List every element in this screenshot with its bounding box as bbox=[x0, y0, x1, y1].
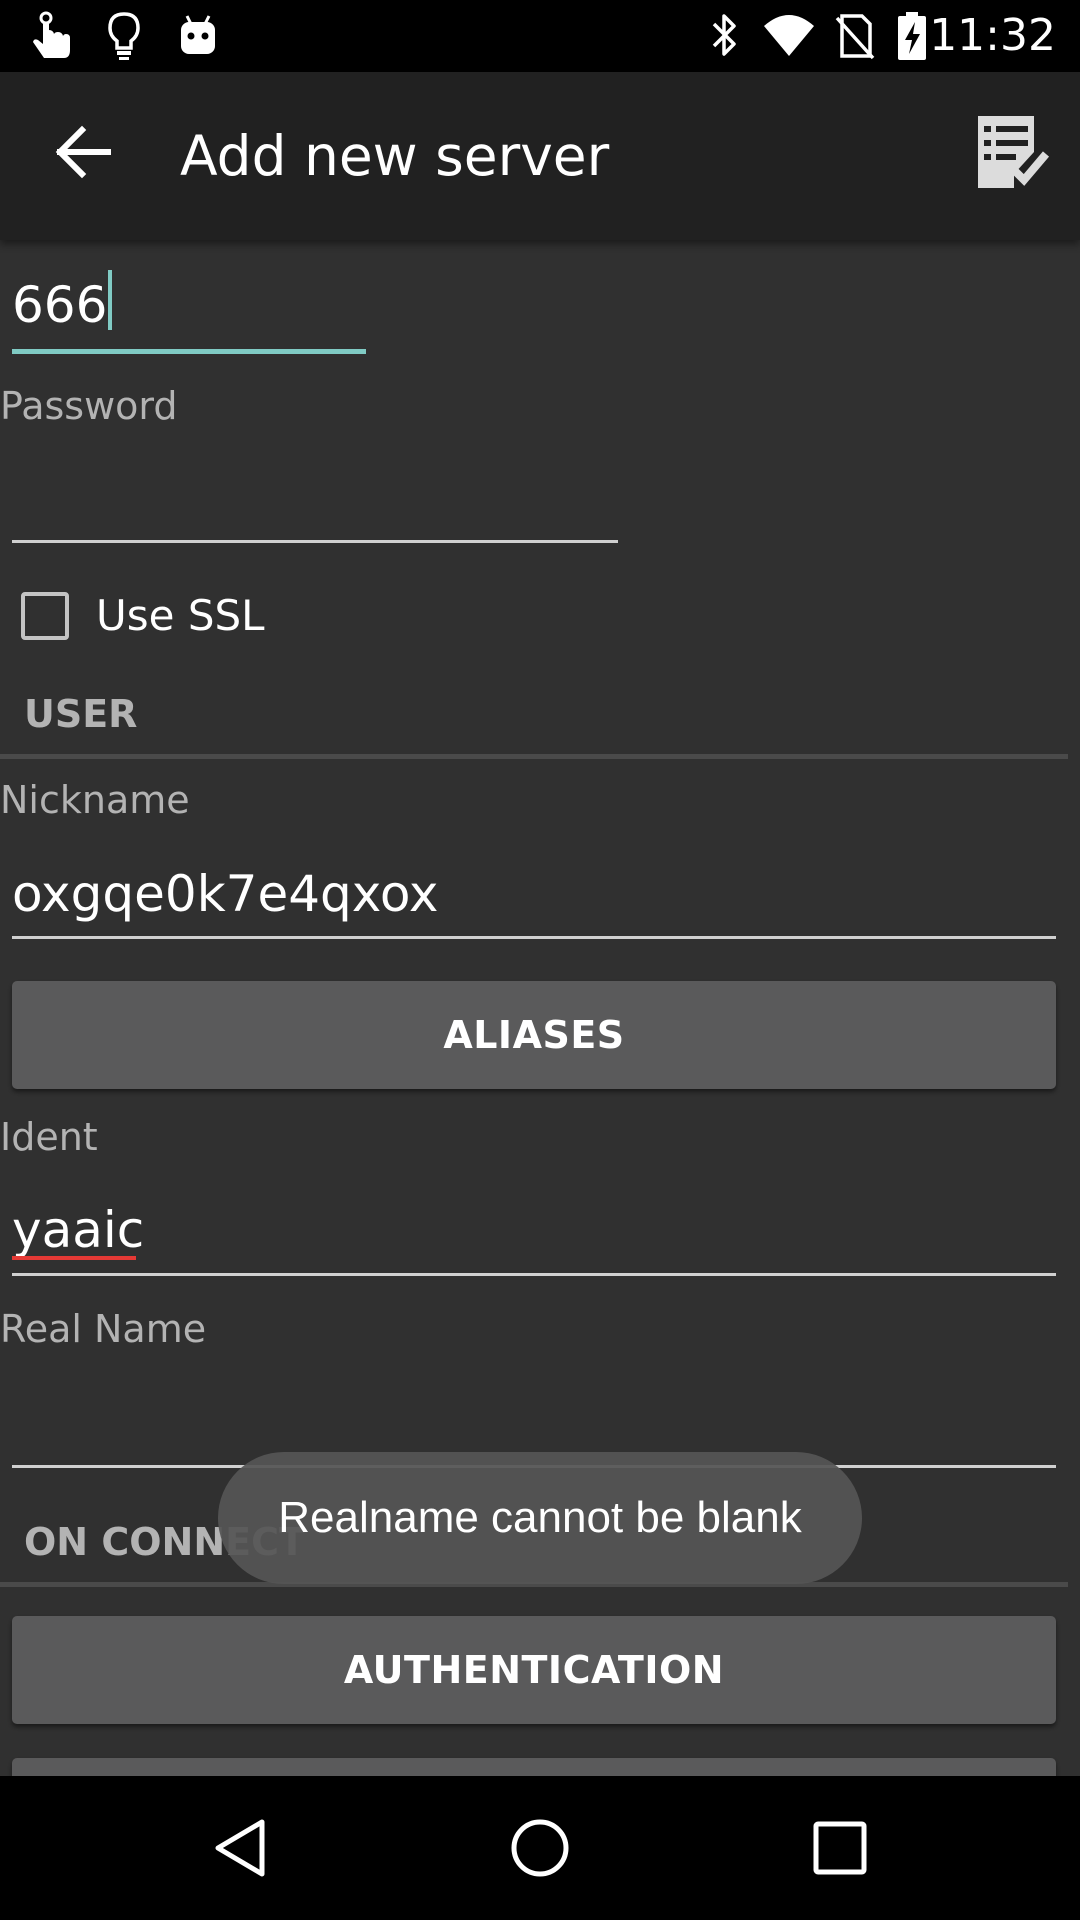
password-input-underline bbox=[12, 540, 618, 543]
ident-input-underline bbox=[12, 1273, 1056, 1276]
port-value: 666 bbox=[12, 276, 108, 334]
password-input[interactable] bbox=[12, 458, 616, 522]
bluetooth-icon bbox=[712, 14, 736, 56]
battery-charging-icon bbox=[898, 12, 926, 60]
section-divider bbox=[0, 754, 1068, 759]
status-time: 11:32 bbox=[929, 10, 1056, 61]
nickname-input[interactable]: oxgqe0k7e4qxox bbox=[12, 862, 438, 926]
ident-input[interactable]: yaaic bbox=[12, 1198, 144, 1262]
text-cursor bbox=[108, 270, 113, 330]
port-input[interactable]: 666 bbox=[12, 270, 113, 337]
android-robot-icon bbox=[181, 15, 215, 54]
screen: 11:32 Add new server 666 Password Use SS… bbox=[0, 0, 1080, 1920]
nickname-input-underline bbox=[12, 936, 1056, 939]
no-sim-icon bbox=[835, 14, 875, 60]
navigation-bar bbox=[0, 1776, 1080, 1920]
home-circle-icon[interactable] bbox=[500, 1808, 580, 1888]
checklist-save-icon bbox=[978, 116, 1050, 188]
password-label: Password bbox=[0, 384, 178, 428]
back-triangle-icon[interactable] bbox=[200, 1808, 280, 1888]
spellcheck-underline bbox=[12, 1256, 136, 1260]
next-button-partial[interactable] bbox=[12, 1758, 1056, 1776]
realname-input[interactable] bbox=[12, 1390, 1056, 1454]
app-bar: Add new server bbox=[0, 72, 1080, 240]
arrow-back-icon bbox=[55, 125, 111, 179]
recents-square-icon[interactable] bbox=[800, 1808, 880, 1888]
wifi-icon bbox=[764, 15, 814, 56]
ident-label: Ident bbox=[0, 1115, 98, 1159]
realname-label: Real Name bbox=[0, 1307, 207, 1351]
save-button[interactable] bbox=[970, 112, 1050, 192]
port-input-underline bbox=[12, 349, 366, 354]
nickname-label: Nickname bbox=[0, 778, 190, 822]
use-ssl-checkbox[interactable] bbox=[21, 592, 69, 640]
aliases-button[interactable]: ALIASES bbox=[12, 981, 1056, 1089]
touch-gesture-icon bbox=[33, 11, 70, 58]
use-ssl-label[interactable]: Use SSL bbox=[96, 590, 265, 642]
page-title: Add new server bbox=[180, 124, 610, 188]
back-button[interactable] bbox=[44, 112, 124, 192]
lightbulb-icon bbox=[108, 12, 140, 60]
status-bar: 11:32 bbox=[0, 0, 1080, 72]
authentication-button[interactable]: AUTHENTICATION bbox=[12, 1616, 1056, 1724]
toast-message: Realname cannot be blank bbox=[218, 1452, 862, 1584]
user-section-header: USER bbox=[24, 692, 138, 736]
